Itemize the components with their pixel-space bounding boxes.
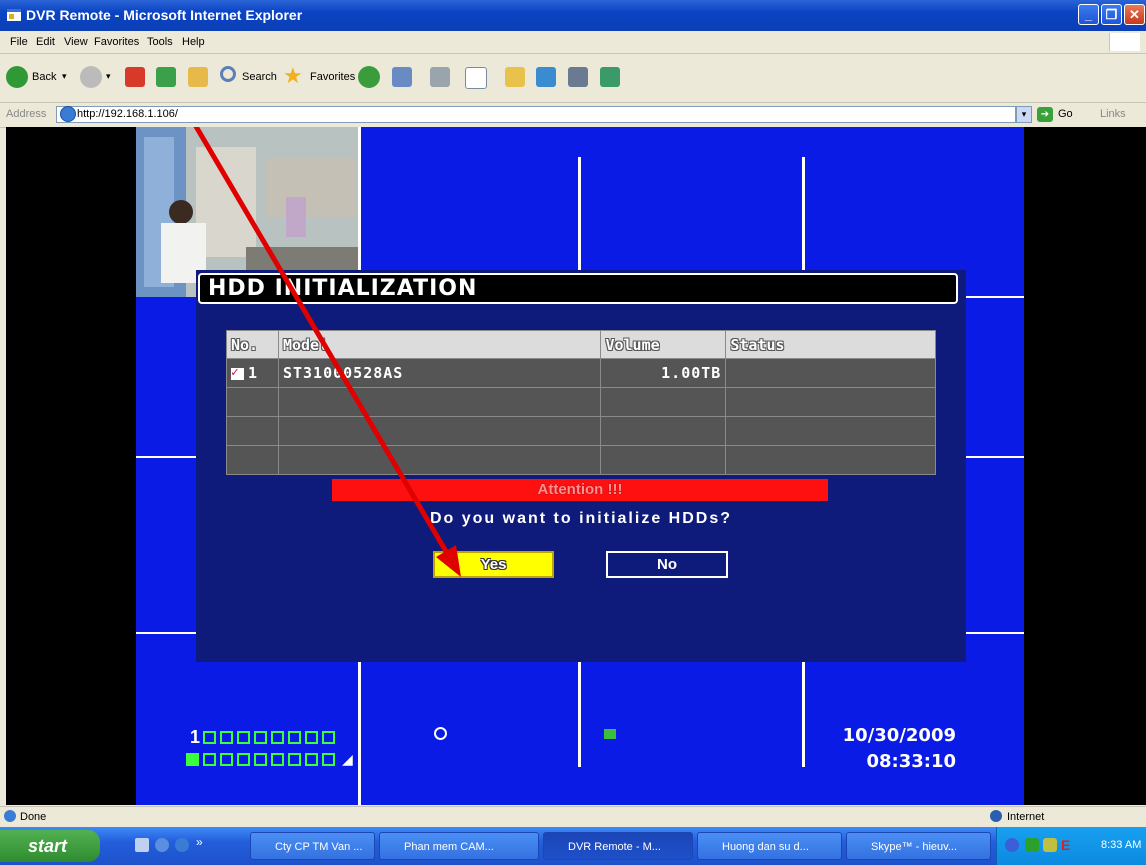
go-button-label[interactable]: Go xyxy=(1058,108,1073,120)
forward-arrow-icon[interactable] xyxy=(80,66,102,88)
maximize-button[interactable]: ❐ xyxy=(1101,4,1122,25)
tray-security-icon[interactable] xyxy=(1025,838,1039,852)
quicklaunch-more-icon[interactable]: » xyxy=(196,835,203,849)
menu-bar: File Edit View Favorites Tools Help xyxy=(0,31,1146,54)
red-arrow-line xyxy=(193,127,457,567)
address-bar: Address http://192.168.1.106/ ▾ ➔ Go Lin… xyxy=(0,103,1146,128)
stop-icon[interactable] xyxy=(125,67,145,87)
back-dropdown-icon[interactable]: ▾ xyxy=(62,71,67,82)
toolbar: Back ▾ ▾ Search ★ Favorites xyxy=(0,54,1146,103)
research-icon[interactable] xyxy=(568,67,588,87)
search-icon[interactable] xyxy=(220,66,236,82)
start-button[interactable]: start xyxy=(0,830,100,862)
menu-favorites[interactable]: Favorites xyxy=(94,36,139,48)
forward-dropdown-icon[interactable]: ▾ xyxy=(106,71,111,82)
red-arrow-annotation xyxy=(193,127,461,577)
quicklaunch-ie-icon[interactable] xyxy=(155,838,169,852)
menu-edit[interactable]: Edit xyxy=(36,36,55,48)
links-label[interactable]: Links xyxy=(1100,108,1126,120)
clock-time: 8:33 AM xyxy=(1101,839,1142,851)
task-item[interactable]: Huong dan su d... xyxy=(697,832,842,860)
minimize-button[interactable]: _ xyxy=(1078,4,1099,25)
folder-icon[interactable] xyxy=(505,67,525,87)
tray-arrow-icon[interactable] xyxy=(1005,838,1019,852)
address-dropdown-icon[interactable]: ▾ xyxy=(1016,106,1032,123)
address-label: Address xyxy=(6,108,47,120)
status-text: Done xyxy=(20,811,47,823)
back-arrow-icon[interactable] xyxy=(6,66,28,88)
menu-file[interactable]: File xyxy=(10,36,28,48)
menu-tools[interactable]: Tools xyxy=(147,36,173,48)
page-content: HDD INITIALIZATION No. Model Volume Stat… xyxy=(6,127,1146,805)
mail-icon[interactable] xyxy=(392,67,412,87)
zone-text: Internet xyxy=(1007,811,1045,823)
window-titlebar[interactable]: DVR Remote - Microsoft Internet Explorer… xyxy=(0,0,1146,31)
tray-e-icon[interactable]: E xyxy=(1061,837,1070,853)
address-input[interactable]: http://192.168.1.106/ xyxy=(56,106,1016,123)
globe-icon xyxy=(990,810,1002,822)
favorites-star-icon[interactable]: ★ xyxy=(283,63,303,89)
word-edit-icon[interactable] xyxy=(465,67,487,89)
task-item[interactable]: Phan mem CAM... xyxy=(379,832,539,860)
home-icon[interactable] xyxy=(188,67,208,87)
windows-logo-icon xyxy=(1109,33,1140,51)
search-button-label[interactable]: Search xyxy=(242,71,277,83)
ie-page-icon xyxy=(60,106,76,122)
menu-view[interactable]: View xyxy=(64,36,88,48)
ie-app-icon xyxy=(6,7,22,23)
close-button[interactable]: ✕ xyxy=(1124,4,1145,25)
taskbar: start » Cty CP TM Van ... Phan mem CAM..… xyxy=(0,827,1146,865)
quicklaunch-media-icon[interactable] xyxy=(175,838,189,852)
task-item[interactable]: Skype™ - hieuv... xyxy=(846,832,991,860)
quicklaunch-desktop-icon[interactable] xyxy=(135,838,149,852)
task-item[interactable]: DVR Remote - M... xyxy=(543,832,693,860)
task-item[interactable]: Cty CP TM Van ... xyxy=(250,832,375,860)
refresh-icon[interactable] xyxy=(156,67,176,87)
system-tray: E 8:33 AM xyxy=(996,827,1146,865)
back-button-label[interactable]: Back xyxy=(32,71,56,83)
red-arrow-head xyxy=(436,545,461,577)
status-bar: Done Internet xyxy=(0,806,1146,828)
favorites-button-label[interactable]: Favorites xyxy=(310,71,355,83)
print-icon[interactable] xyxy=(430,67,450,87)
ie-status-icon xyxy=(4,810,16,822)
tray-network-icon[interactable] xyxy=(1043,838,1057,852)
history-icon[interactable] xyxy=(358,66,380,88)
menu-help[interactable]: Help xyxy=(182,36,205,48)
window-title: DVR Remote - Microsoft Internet Explorer xyxy=(26,7,303,23)
go-arrow-icon[interactable]: ➔ xyxy=(1037,107,1053,122)
messenger-icon[interactable] xyxy=(536,67,556,87)
users-icon[interactable] xyxy=(600,67,620,87)
